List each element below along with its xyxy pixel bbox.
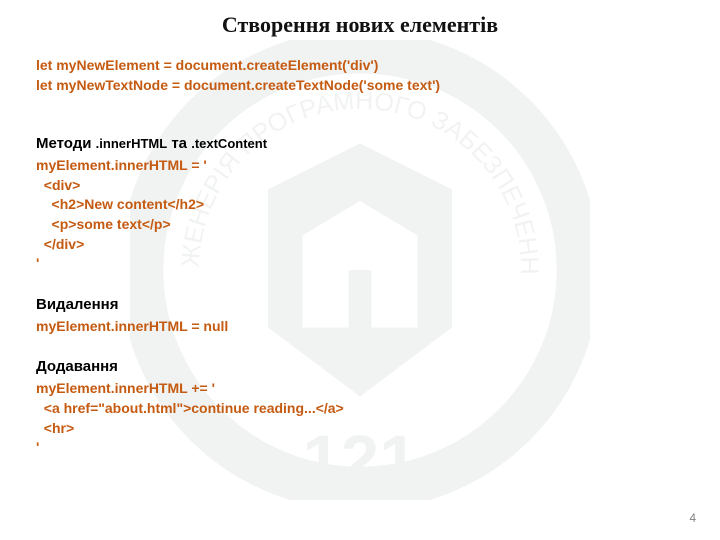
code-line: ' (36, 438, 684, 458)
section-heading-methods: Методи .innerHTML та .textContent (36, 135, 684, 152)
code-line: let myNewElement = document.createElemen… (36, 56, 684, 76)
code-line: myElement.innerHTML += ' (36, 379, 684, 399)
code-line: <div> (36, 176, 684, 196)
heading-code: .innerHTML (96, 136, 168, 151)
code-line: let myNewTextNode = document.createTextN… (36, 76, 684, 96)
section-heading-delete: Видалення (36, 296, 684, 313)
code-line: </div> (36, 235, 684, 255)
code-line: myElement.innerHTML = ' (36, 156, 684, 176)
slide-title: Створення нових елементів (36, 12, 684, 38)
heading-text: Методи (36, 135, 96, 152)
section-heading-append: Додавання (36, 358, 684, 375)
heading-text: та (167, 135, 191, 152)
code-line: <hr> (36, 419, 684, 439)
code-line: ' (36, 254, 684, 274)
heading-code: .textContent (191, 136, 267, 151)
slide-content: Створення нових елементів let myNewEleme… (0, 0, 720, 458)
code-line: <a href="about.html">continue reading...… (36, 399, 684, 419)
page-number: 4 (689, 511, 696, 526)
code-line: <p>some text</p> (36, 215, 684, 235)
code-line: <h2>New content</h2> (36, 195, 684, 215)
code-line: myElement.innerHTML = null (36, 317, 684, 337)
